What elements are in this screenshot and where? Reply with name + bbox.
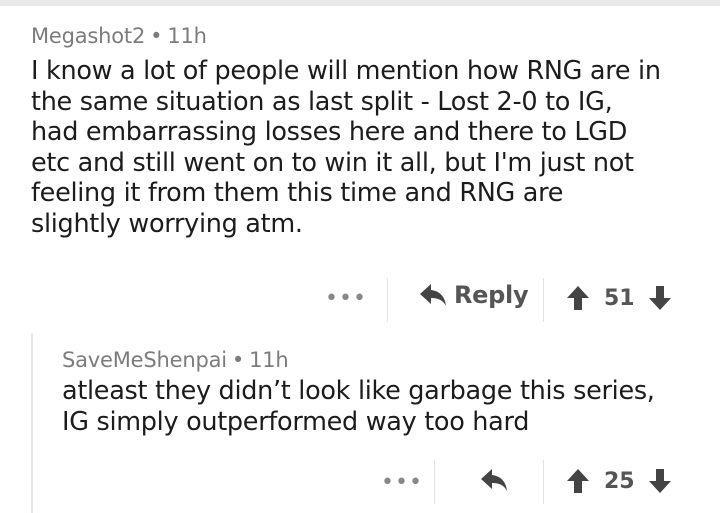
action-divider: [387, 278, 388, 322]
more-options-button[interactable]: •••: [325, 288, 367, 310]
author-name[interactable]: SaveMeShenpai: [62, 348, 227, 372]
more-icon: •••: [325, 286, 367, 311]
downvote-icon[interactable]: [647, 468, 673, 494]
author-name[interactable]: Megashot2: [31, 24, 145, 48]
reply-button[interactable]: Reply: [418, 281, 529, 309]
comment-savemeshenpai: SaveMeShenpai • 11h atleast they didn’t lo…: [62, 346, 712, 437]
action-divider: [543, 460, 544, 504]
top-border-strip: [0, 0, 720, 6]
comment-actions: ••• Reply 51: [0, 278, 720, 322]
comment-body-line: I know a lot of people will mention how …: [31, 56, 661, 86]
comment-body: I know a lot of people will mention how …: [0, 50, 700, 239]
score-count: 51: [604, 285, 635, 311]
meta-separator: •: [231, 348, 245, 372]
vote-controls: 25: [565, 468, 673, 494]
score-count: 25: [604, 468, 635, 494]
timestamp: 11h: [167, 24, 207, 48]
comment-megashot2: Megashot2 • 11h I know a lot of people wil…: [0, 22, 720, 239]
comment-meta: Megashot2 • 11h: [0, 22, 720, 50]
more-icon: •••: [381, 470, 423, 495]
reply-arrow-icon: [481, 469, 507, 491]
upvote-icon[interactable]: [565, 468, 591, 494]
vote-controls: 51: [565, 285, 673, 311]
reply-arrow-icon: [420, 284, 446, 306]
comment-body-line: feeling it from them this time and RNG a…: [31, 178, 564, 208]
meta-separator: •: [150, 24, 163, 48]
reply-label: Reply: [454, 281, 529, 309]
comment-body-line: slightly worrying atm.: [31, 208, 303, 239]
action-divider: [434, 460, 435, 504]
comment-body-line: had embarrassing losses here and there t…: [31, 117, 628, 147]
comment-body: atleast they didn’t look like garbage th…: [62, 374, 712, 437]
timestamp: 11h: [249, 348, 289, 372]
comment-actions: ••• 25: [0, 460, 720, 504]
reply-button[interactable]: [479, 467, 509, 493]
comment-body-line: atleast they didn’t look like garbage th…: [62, 376, 655, 406]
downvote-icon[interactable]: [647, 285, 673, 311]
comment-meta: SaveMeShenpai • 11h: [62, 346, 712, 374]
upvote-icon[interactable]: [565, 285, 591, 311]
more-options-button[interactable]: •••: [381, 472, 423, 494]
action-divider: [543, 278, 544, 322]
comment-body-line: etc and still went on to win it all, but…: [31, 147, 634, 178]
comment-body-line: IG simply outperformed way too hard: [62, 406, 530, 437]
comment-body-line: the same situation as last split - Lost …: [31, 86, 613, 117]
